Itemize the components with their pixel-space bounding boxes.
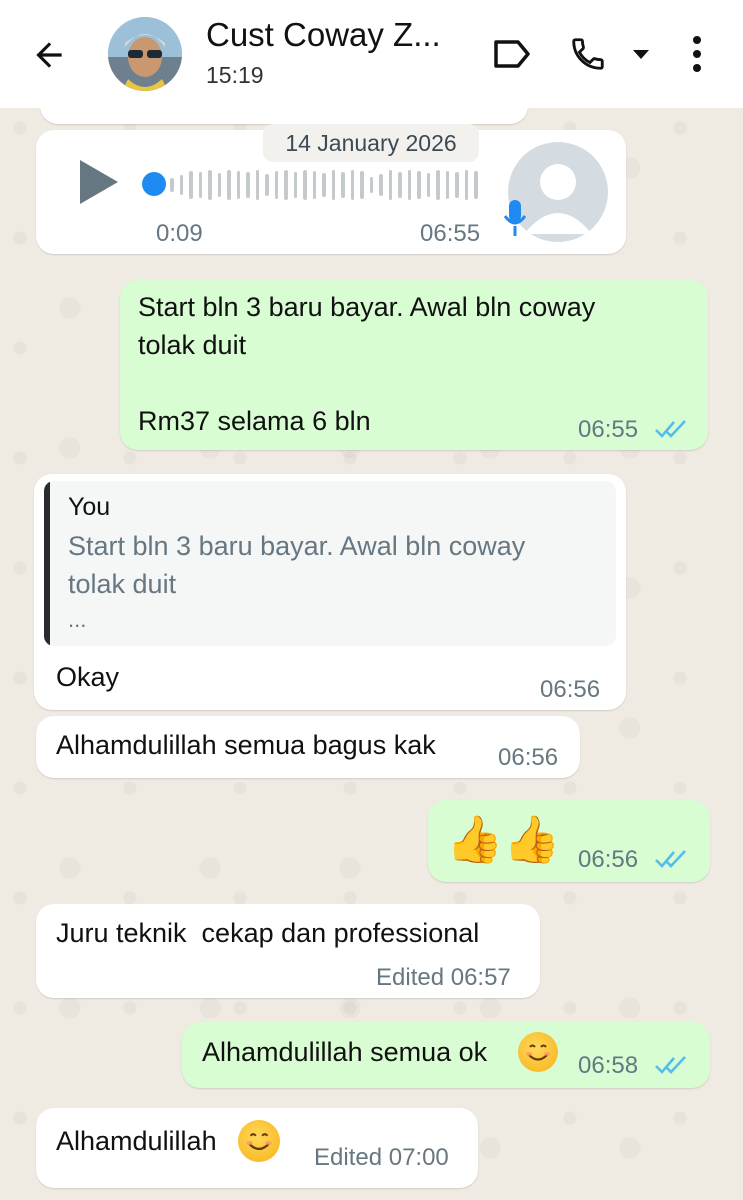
voice-time: 06:55	[420, 220, 481, 247]
read-ticks-icon	[654, 1054, 688, 1081]
waveform-bar	[274, 171, 278, 199]
date-separator: 14 January 2026	[263, 124, 479, 162]
smiling-face-emoji	[518, 1032, 558, 1072]
waveform-bar	[436, 170, 440, 200]
message-bubble-outgoing[interactable]: 👍👍 06:56	[428, 800, 710, 882]
chat-header: Cust Coway Z... 15:19	[0, 0, 743, 108]
waveform-bar	[388, 170, 392, 200]
waveform-bar	[417, 171, 421, 199]
waveform-bar	[208, 170, 212, 200]
waveform-bar	[303, 170, 307, 200]
read-ticks-icon	[654, 848, 688, 875]
message-text: Alhamdulillah semua ok	[202, 1037, 488, 1067]
waveform-bar	[379, 174, 383, 196]
waveform-bar	[255, 170, 259, 200]
microphone-icon	[502, 198, 528, 245]
waveform-bar	[198, 172, 202, 198]
message-bubble-outgoing[interactable]: Alhamdulillah semua ok 06:58	[182, 1022, 710, 1088]
header-subtitle: 15:19	[206, 62, 264, 88]
waveform-bar	[322, 173, 326, 197]
quote-ellipsis: ...	[68, 607, 87, 632]
quote-text: Start bln 3 baru bayar. Awal bln coway t…	[68, 531, 526, 599]
message-time: 06:56	[498, 744, 559, 771]
playback-position-dot[interactable]	[142, 172, 166, 196]
message-bubble-incoming[interactable]: Juru teknik cekap dan professional Edite…	[36, 904, 540, 998]
message-bubble-incoming[interactable]: Alhamdulillah Edited 07:00	[36, 1108, 478, 1188]
message-time: Edited 06:57	[376, 964, 511, 991]
waveform-bar	[445, 171, 449, 199]
smiling-face-emoji	[238, 1120, 280, 1162]
waveform-bar	[464, 170, 468, 200]
quote-author: You	[68, 493, 111, 521]
message-bubble-incoming[interactable]: Alhamdulillah semua bagus kak 06:56	[36, 716, 580, 778]
message-time: 06:56	[540, 676, 601, 703]
read-ticks-icon	[654, 418, 688, 445]
message-time: 06:58	[578, 1052, 639, 1079]
waveform-bar	[341, 172, 345, 198]
play-icon[interactable]	[76, 158, 122, 211]
waveform-bar	[331, 170, 335, 200]
message-time: 06:56	[578, 846, 639, 873]
message-text: Alhamdulillah	[56, 1126, 217, 1156]
phone-icon[interactable]	[566, 32, 610, 76]
waveform-bar	[398, 172, 402, 198]
waveform-bar	[360, 171, 364, 199]
waveform-bar	[455, 172, 459, 198]
contact-avatar[interactable]	[108, 17, 182, 91]
voice-duration: 0:09	[156, 220, 203, 247]
message-time: Edited 07:00	[314, 1144, 449, 1171]
dropdown-icon[interactable]	[628, 42, 654, 66]
waveform-bar	[284, 170, 288, 200]
message-text: Juru teknik cekap dan professional	[56, 918, 480, 948]
waveform-bar	[426, 173, 430, 197]
waveform-bar	[170, 178, 174, 192]
waveform-bar	[265, 174, 269, 196]
more-vert-icon[interactable]	[682, 32, 712, 76]
waveform-bar	[246, 172, 250, 198]
message-bubble-outgoing[interactable]: Start bln 3 baru bayar. Awal bln coway t…	[120, 280, 708, 450]
waveform-bar	[369, 177, 373, 193]
waveform-bar	[236, 171, 240, 199]
message-text: Okay	[56, 662, 120, 692]
waveform-bar	[227, 170, 231, 200]
waveform[interactable]	[170, 168, 486, 202]
waveform-bar	[312, 171, 316, 199]
quoted-message[interactable]: You Start bln 3 baru bayar. Awal bln cow…	[44, 481, 616, 646]
message-time: 06:55	[578, 416, 639, 443]
waveform-bar	[407, 170, 411, 200]
quote-bar	[44, 481, 50, 646]
contact-name[interactable]: Cust Coway Z...	[206, 16, 441, 54]
waveform-bar	[350, 170, 354, 200]
waveform-bar	[217, 173, 221, 197]
thumbs-up-emoji: 👍👍	[446, 813, 561, 865]
message-text: Alhamdulillah semua bagus kak	[56, 730, 436, 760]
waveform-bar	[179, 175, 183, 195]
waveform-bar	[189, 171, 193, 199]
back-arrow-icon[interactable]	[26, 32, 72, 78]
waveform-bar	[293, 172, 297, 198]
waveform-bar	[474, 171, 478, 199]
label-icon[interactable]	[490, 34, 534, 74]
